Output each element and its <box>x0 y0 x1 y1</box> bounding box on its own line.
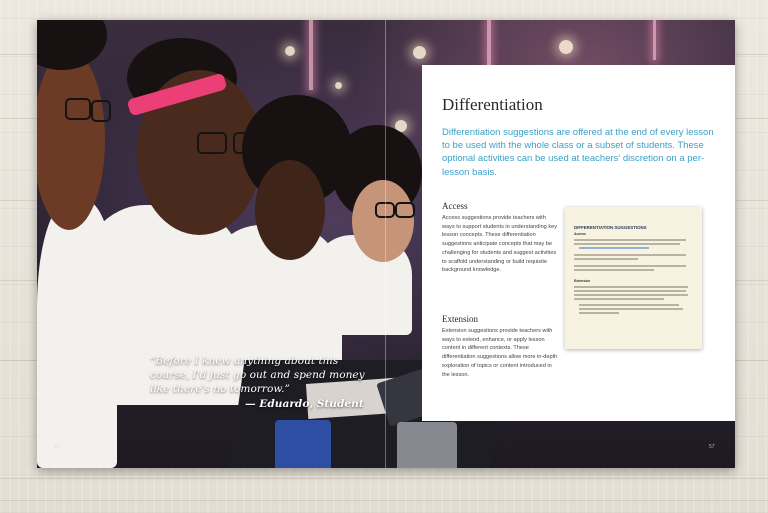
book-spread: “Before I knew anything about this cours… <box>37 20 735 468</box>
extension-heading: Extension <box>442 314 478 324</box>
page-number-left: 56 <box>54 444 60 450</box>
extension-body: Extension suggestions provide teachers w… <box>442 328 558 378</box>
quote-attribution: — Eduardo, Student <box>245 398 364 410</box>
access-body: Access suggestions provide teachers with… <box>442 215 558 274</box>
page-title: Differentiation <box>442 95 543 114</box>
worksheet-title: DIFFERENTIATION SUGGESTIONS <box>574 225 647 230</box>
page-gutter <box>385 20 386 468</box>
worksheet-extension-label: Extension <box>574 279 591 283</box>
worksheet-access-label: Access <box>574 232 586 236</box>
intro-paragraph: Differentiation suggestions are offered … <box>442 127 714 178</box>
access-heading: Access <box>442 201 468 211</box>
page-number-right: 57 <box>709 444 715 450</box>
worksheet-thumbnail: DIFFERENTIATION SUGGESTIONS Access Exten… <box>565 207 702 349</box>
differentiation-panel: Differentiation Differentiation suggesti… <box>422 65 735 421</box>
pull-quote: “Before I knew anything about this cours… <box>150 355 365 395</box>
